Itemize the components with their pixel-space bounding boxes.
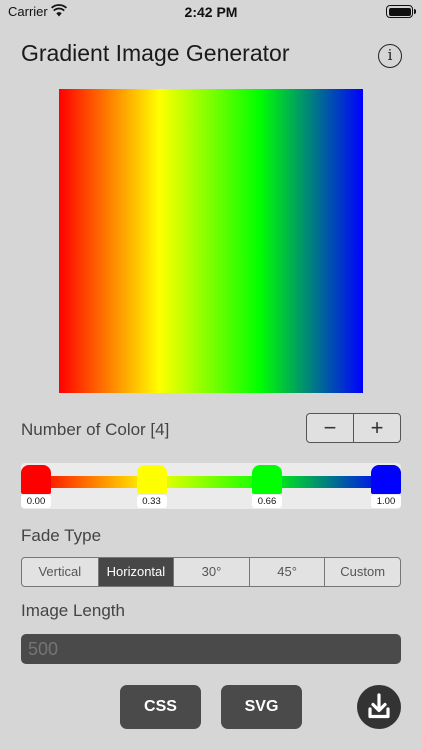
color-stop-swatch bbox=[136, 465, 167, 494]
color-stop-swatch bbox=[252, 465, 282, 494]
color-stop-value: 0.33 bbox=[136, 495, 167, 508]
clock: 2:42 PM bbox=[184, 4, 238, 20]
color-stop-value: 0.00 bbox=[21, 495, 51, 508]
fade-option-30[interactable]: 30° bbox=[173, 558, 249, 586]
fade-option-horizontal[interactable]: Horizontal bbox=[97, 558, 174, 586]
fade-option-vertical[interactable]: Vertical bbox=[22, 558, 98, 586]
fade-type-segmented-control: Vertical Horizontal 30° 45° Custom bbox=[21, 557, 401, 587]
fade-type-label: Fade Type bbox=[21, 526, 102, 545]
status-bar: Carrier 2:42 PM bbox=[0, 0, 422, 24]
image-length-label: Image Length bbox=[21, 601, 125, 620]
decrement-button[interactable]: − bbox=[307, 414, 353, 442]
color-count-stepper: − + bbox=[306, 413, 401, 443]
color-stop-handle[interactable]: 0.33 bbox=[136, 465, 167, 508]
color-stop-handle[interactable]: 0.00 bbox=[21, 465, 51, 508]
color-stop-swatch bbox=[371, 465, 401, 494]
download-icon bbox=[368, 693, 390, 719]
image-length-input[interactable] bbox=[21, 634, 401, 664]
increment-button[interactable]: + bbox=[353, 414, 400, 442]
gradient-bar bbox=[36, 476, 386, 488]
gradient-preview bbox=[59, 89, 363, 393]
color-count-label: Number of Color [4] bbox=[21, 420, 170, 439]
color-stop-handle[interactable]: 1.00 bbox=[371, 465, 401, 508]
css-button[interactable]: CSS bbox=[120, 685, 201, 729]
color-stop-value: 1.00 bbox=[371, 495, 401, 508]
svg-button[interactable]: SVG bbox=[221, 685, 302, 729]
color-stop-value: 0.66 bbox=[252, 495, 282, 508]
page-title: Gradient Image Generator bbox=[21, 40, 290, 66]
color-stop-handle[interactable]: 0.66 bbox=[252, 465, 282, 508]
info-icon[interactable]: i bbox=[378, 44, 402, 68]
download-button[interactable] bbox=[357, 685, 401, 729]
fade-option-custom[interactable]: Custom bbox=[324, 558, 400, 586]
battery-icon bbox=[386, 5, 413, 18]
fade-option-45[interactable]: 45° bbox=[248, 558, 325, 586]
color-stop-swatch bbox=[21, 465, 51, 494]
